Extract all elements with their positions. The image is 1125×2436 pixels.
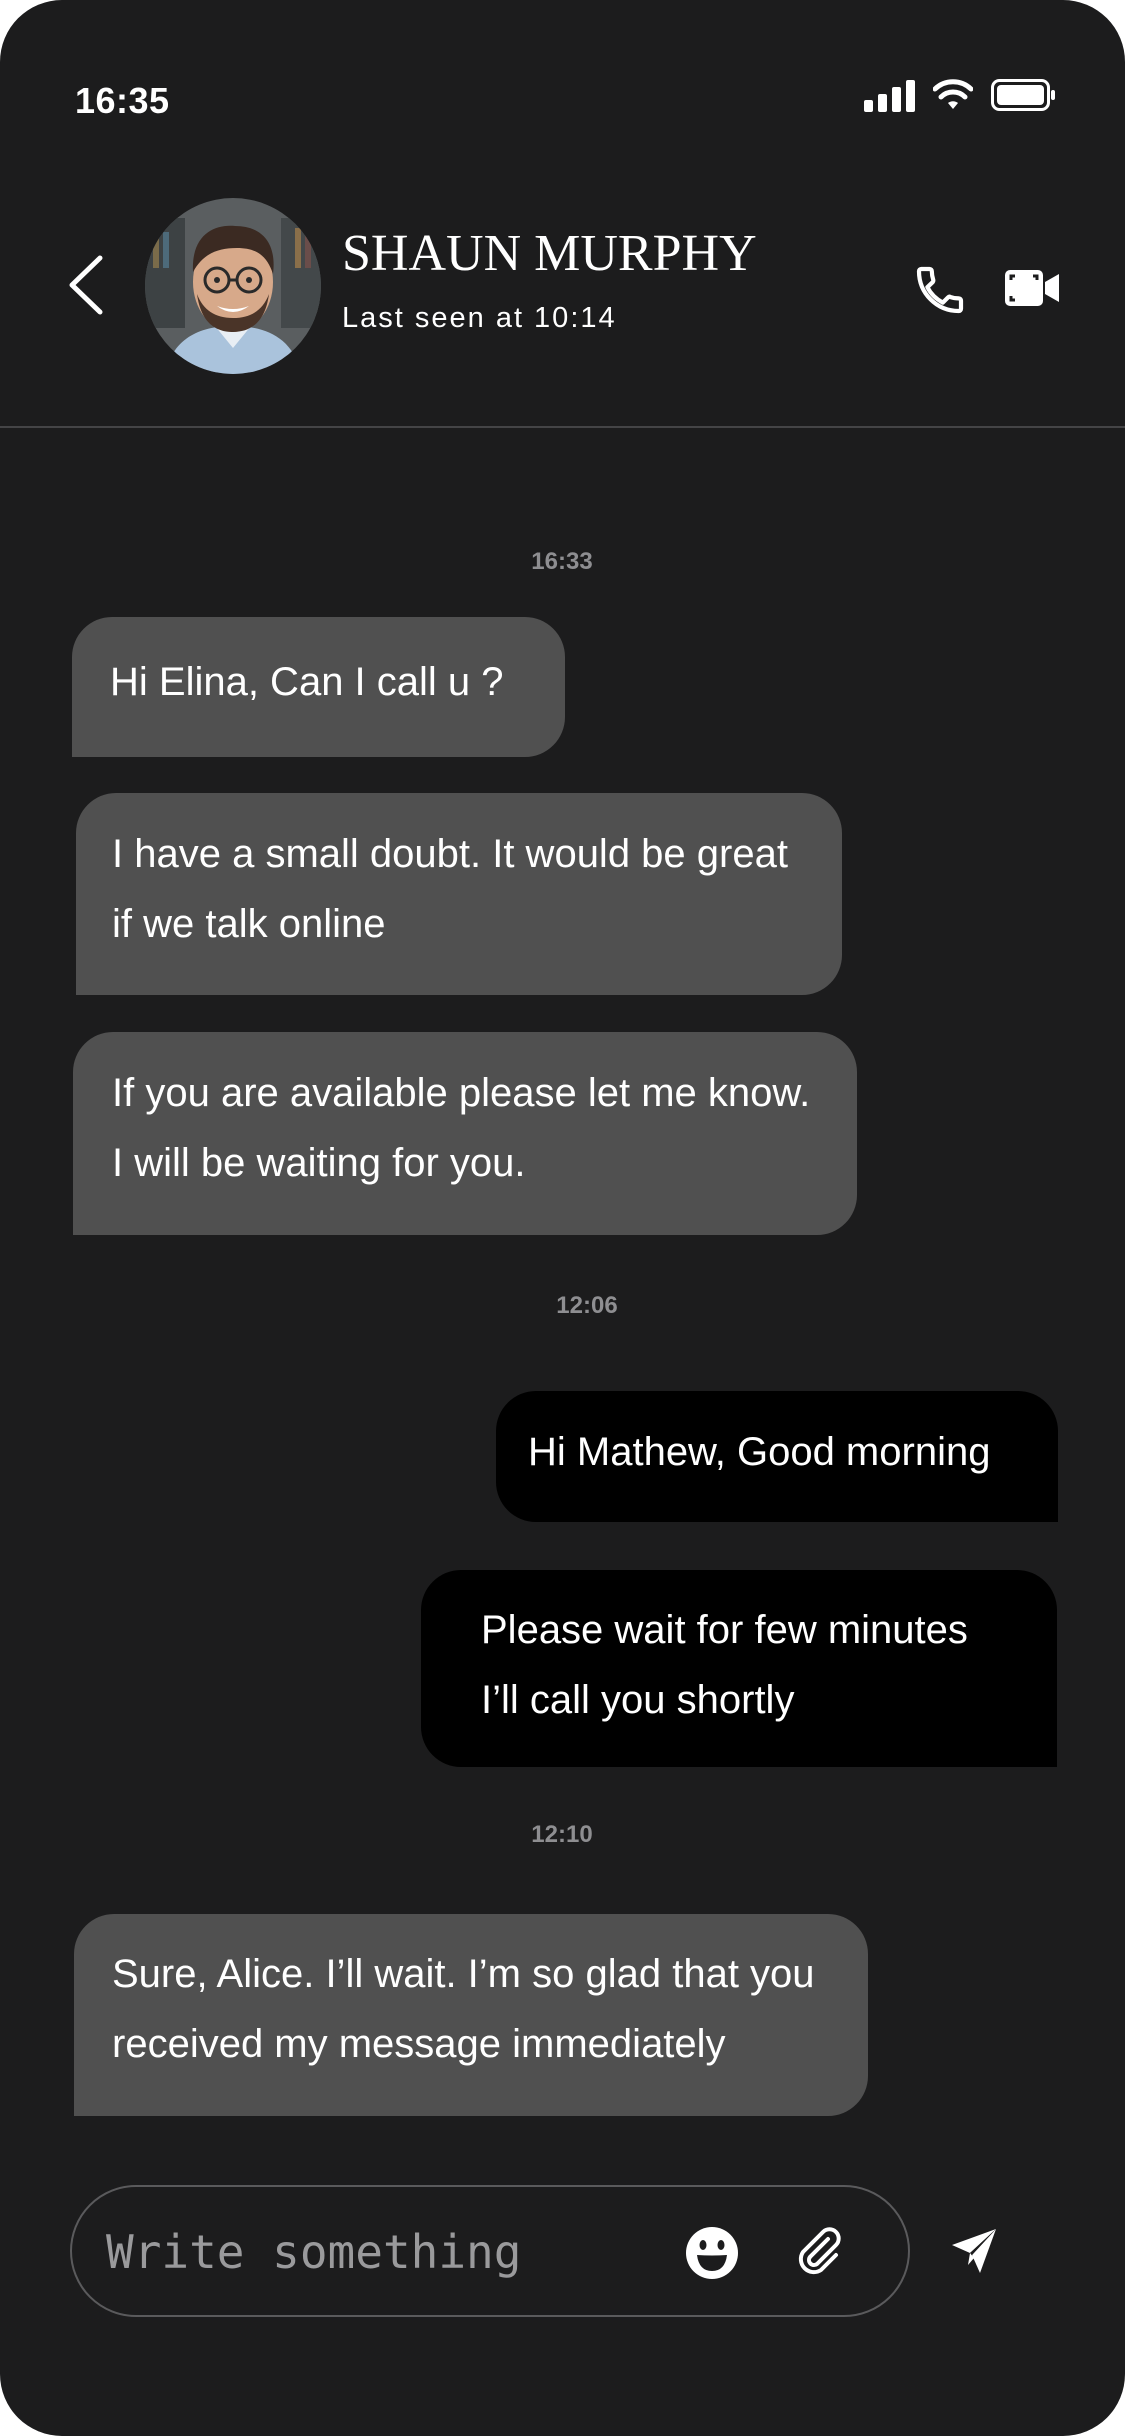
- last-seen-status: Last seen at 10:14: [342, 302, 617, 334]
- back-button[interactable]: [62, 250, 112, 320]
- contact-avatar[interactable]: [145, 198, 321, 374]
- emoji-icon: [686, 2227, 738, 2279]
- outgoing-message-bubble[interactable]: Please wait for few minutes I’ll call yo…: [421, 1570, 1057, 1767]
- video-call-button[interactable]: [1003, 266, 1061, 310]
- incoming-message-bubble[interactable]: Sure, Alice. I’ll wait. I’m so glad that…: [74, 1914, 868, 2116]
- emoji-button[interactable]: [684, 2225, 740, 2281]
- send-icon: [952, 2229, 996, 2273]
- video-camera-icon: [1005, 270, 1059, 306]
- message-composer: [70, 2185, 910, 2317]
- message-timestamp: 12:06: [556, 1292, 618, 1319]
- incoming-message-bubble[interactable]: If you are available please let me know.…: [73, 1032, 857, 1235]
- contact-name[interactable]: SHAUN MURPHY: [342, 224, 757, 283]
- voice-call-button[interactable]: [912, 262, 968, 318]
- avatar-image: [145, 198, 321, 374]
- attach-button[interactable]: [792, 2223, 848, 2279]
- send-button[interactable]: [950, 2225, 1000, 2275]
- phone-icon: [916, 266, 964, 314]
- outgoing-message-bubble[interactable]: Hi Mathew, Good morning: [496, 1391, 1058, 1522]
- wifi-icon: [933, 79, 973, 109]
- chevron-left-icon: [69, 255, 103, 315]
- message-timestamp: 16:33: [531, 548, 593, 575]
- status-time: 16:35: [75, 80, 170, 121]
- incoming-message-bubble[interactable]: Hi Elina, Can I call u ?: [72, 617, 565, 757]
- phone-screen: 16:35 SHAUN MURPHY Last seen at 10:14 16…: [0, 0, 1125, 2436]
- cellular-signal-icon: [864, 78, 915, 112]
- message-input[interactable]: [106, 2217, 626, 2287]
- status-icons: [864, 78, 1057, 112]
- paperclip-icon: [798, 2227, 841, 2275]
- header-divider: [0, 426, 1125, 428]
- battery-icon: [991, 79, 1055, 111]
- incoming-message-bubble[interactable]: I have a small doubt. It would be great …: [76, 793, 842, 995]
- message-timestamp: 12:10: [531, 1821, 593, 1848]
